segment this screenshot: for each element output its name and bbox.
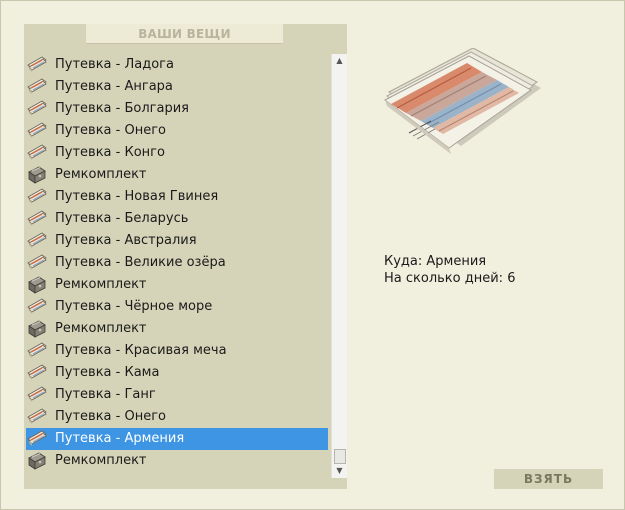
- days-value: 6: [507, 271, 516, 286]
- list-item[interactable]: Путевка - Онего: [26, 120, 328, 142]
- repair-kit-icon: [27, 320, 47, 338]
- ticket-icon: [27, 298, 47, 316]
- list-item-label: Ремкомплект: [55, 277, 147, 292]
- list-item-label: Ремкомплект: [55, 167, 147, 182]
- inventory-panel: ВАШИ ВЕЩИ Путевка - Ладога Путевка - Анга…: [24, 24, 347, 489]
- ticket-icon: [27, 342, 47, 360]
- list-item[interactable]: Путевка - Болгария: [26, 98, 328, 120]
- panel-title: ВАШИ ВЕЩИ: [86, 24, 283, 44]
- destination-row: Куда: Армения: [384, 253, 515, 270]
- list-item-label: Путевка - Кама: [55, 365, 160, 380]
- list-item-label: Путевка - Онего: [55, 409, 166, 424]
- list-item[interactable]: Путевка - Чёрное море: [26, 296, 328, 318]
- list-item-label: Путевка - Армения: [55, 431, 185, 446]
- list-item[interactable]: Ремкомплект: [26, 318, 328, 340]
- scroll-thumb[interactable]: [334, 449, 346, 464]
- ticket-icon: [27, 78, 47, 96]
- list-item[interactable]: Путевка - Армения: [26, 428, 328, 450]
- days-row: На сколько дней: 6: [384, 270, 515, 287]
- item-details: Куда: Армения На сколько дней: 6: [384, 253, 515, 287]
- ticket-icon: [27, 122, 47, 140]
- window-frame: ВАШИ ВЕЩИ Путевка - Ладога Путевка - Анга…: [0, 0, 625, 510]
- ticket-icon: [27, 100, 47, 118]
- take-button[interactable]: ВЗЯТЬ: [494, 469, 603, 489]
- ticket-icon: [27, 364, 47, 382]
- ticket-icon: [27, 144, 47, 162]
- ticket-icon: [27, 386, 47, 404]
- list-item-label: Путевка - Ладога: [55, 57, 174, 72]
- ticket-icon: [27, 210, 47, 228]
- list-item[interactable]: Путевка - Онего: [26, 406, 328, 428]
- ticket-bundle-icon: [384, 48, 541, 154]
- list-item-label: Путевка - Великие озёра: [55, 255, 226, 270]
- list-item-label: Путевка - Ангара: [55, 79, 173, 94]
- list-item[interactable]: Путевка - Ангара: [26, 76, 328, 98]
- list-item[interactable]: Путевка - Ладога: [26, 54, 328, 76]
- destination-label: Куда:: [384, 254, 423, 269]
- list-item[interactable]: Путевка - Австралия: [26, 230, 328, 252]
- list-item-label: Путевка - Онего: [55, 123, 166, 138]
- destination-value: Армения: [426, 254, 487, 269]
- scroll-down-arrow-icon[interactable]: ▼: [332, 464, 347, 478]
- list-item[interactable]: Путевка - Кама: [26, 362, 328, 384]
- ticket-icon: [27, 188, 47, 206]
- list-item-label: Путевка - Беларусь: [55, 211, 189, 226]
- ticket-icon: [27, 430, 47, 448]
- list-item-label: Путевка - Конго: [55, 145, 165, 160]
- list-item-label: Путевка - Австралия: [55, 233, 197, 248]
- list-item[interactable]: Ремкомплект: [26, 450, 328, 472]
- list-item-label: Путевка - Чёрное море: [55, 299, 213, 314]
- ticket-icon: [27, 232, 47, 250]
- list-item[interactable]: Путевка - Красивая меча: [26, 340, 328, 362]
- repair-kit-icon: [27, 276, 47, 294]
- list-item[interactable]: Путевка - Ганг: [26, 384, 328, 406]
- ticket-icon: [27, 56, 47, 74]
- ticket-icon: [27, 408, 47, 426]
- list-item-label: Ремкомплект: [55, 453, 147, 468]
- list-item[interactable]: Путевка - Новая Гвинея: [26, 186, 328, 208]
- list-item-label: Путевка - Болгария: [55, 101, 189, 116]
- scroll-up-arrow-icon[interactable]: ▲: [332, 54, 347, 68]
- list-item-label: Ремкомплект: [55, 321, 147, 336]
- repair-kit-icon: [27, 452, 47, 470]
- list-item-label: Путевка - Красивая меча: [55, 343, 227, 358]
- list-item[interactable]: Путевка - Беларусь: [26, 208, 328, 230]
- list-item[interactable]: Ремкомплект: [26, 164, 328, 186]
- list-item-label: Путевка - Новая Гвинея: [55, 189, 219, 204]
- list-item-label: Путевка - Ганг: [55, 387, 156, 402]
- days-label: На сколько дней:: [384, 271, 504, 286]
- ticket-icon: [27, 254, 47, 272]
- list-item[interactable]: Путевка - Конго: [26, 142, 328, 164]
- inventory-list: Путевка - Ладога Путевка - Ангара Путевка …: [26, 54, 328, 476]
- list-item[interactable]: Путевка - Великие озёра: [26, 252, 328, 274]
- repair-kit-icon: [27, 166, 47, 184]
- list-scrollbar[interactable]: ▲ ▼: [331, 54, 347, 478]
- list-item[interactable]: Ремкомплект: [26, 274, 328, 296]
